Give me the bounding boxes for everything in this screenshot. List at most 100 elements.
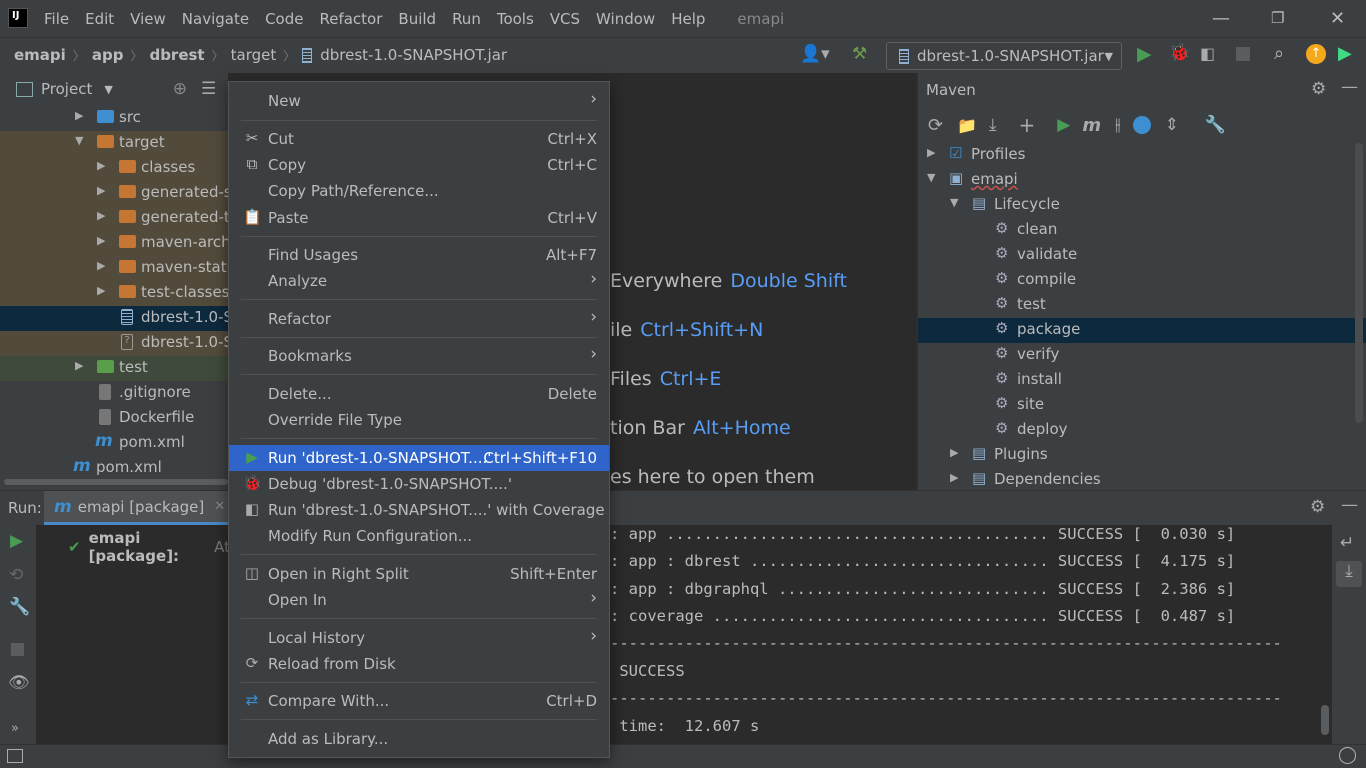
menu-item-override-file-type[interactable]: Override File Type (229, 407, 609, 433)
tree-item-generated-test[interactable]: ▶generated-te (0, 206, 228, 231)
project-panel-title[interactable]: Project (41, 80, 92, 98)
menu-item-paste[interactable]: 📋 Paste Ctrl+V (229, 205, 609, 231)
crumb-dbrest[interactable]: dbrest (149, 46, 204, 64)
tool-windows-icon[interactable] (7, 749, 23, 763)
maven-goal-test[interactable]: ⚙ test (918, 293, 1366, 318)
debug-icon[interactable]: 🐞 (1169, 43, 1190, 63)
tree-item-target[interactable]: ▼ target (0, 131, 228, 156)
menu-item-open-in[interactable]: Open In › (229, 587, 609, 613)
maven-tree-profiles[interactable]: ▶ ☑ Profiles (918, 143, 1366, 168)
menu-navigate[interactable]: Navigate (182, 10, 249, 28)
menu-item-analyze[interactable]: Analyze › (229, 268, 609, 294)
maven-tree-lifecycle[interactable]: ▼ ▤ Lifecycle (918, 193, 1366, 218)
build-hammer-icon[interactable]: ⚒ (852, 44, 867, 64)
add-icon[interactable]: + (1019, 113, 1036, 137)
menu-view[interactable]: View (130, 10, 166, 28)
tree-item-test[interactable]: ▶ test (0, 356, 228, 381)
chevron-down-icon[interactable]: ▼ (104, 83, 112, 96)
minimize-icon[interactable]: — (1212, 8, 1230, 29)
notifications-icon[interactable]: ◯ (1338, 745, 1357, 765)
generate-sources-icon[interactable]: 📁 (957, 116, 977, 135)
menu-item-copy-path[interactable]: Copy Path/Reference... (229, 178, 609, 204)
eye-icon[interactable]: 👁 (8, 673, 30, 693)
run-icon[interactable]: ▶ (1057, 115, 1070, 135)
maven-goal-site[interactable]: ⚙ site (918, 393, 1366, 418)
menu-item-add-as-library[interactable]: Add as Library... (229, 726, 609, 752)
menu-item-debug[interactable]: 🐞 Debug 'dbrest-1.0-SNAPSHOT....' (229, 471, 609, 497)
menu-item-copy[interactable]: ⧉ Copy Ctrl+C (229, 152, 609, 178)
locate-icon[interactable]: ⊕ (173, 79, 187, 99)
execute-goal-icon[interactable]: m (1082, 115, 1101, 136)
wrench-icon[interactable]: 🔧 (9, 597, 30, 617)
menu-item-local-history[interactable]: Local History › (229, 625, 609, 651)
stop-icon[interactable] (1236, 47, 1250, 61)
close-icon[interactable]: ✕ (1330, 8, 1345, 29)
menu-run[interactable]: Run (452, 10, 481, 28)
close-tab-icon[interactable]: ✕ (214, 499, 225, 514)
menu-item-find-usages[interactable]: Find Usages Alt+F7 (229, 242, 609, 268)
restore-icon[interactable]: ❐ (1271, 9, 1284, 27)
tree-item-pom-app[interactable]: m pom.xml (0, 431, 228, 456)
maven-goal-package[interactable]: ⚙ package (918, 318, 1366, 343)
tree-item-dockerfile[interactable]: Dockerfile (0, 406, 228, 431)
console-scrollbar[interactable] (1321, 705, 1329, 735)
search-icon[interactable]: ⌕ (1274, 43, 1284, 64)
scroll-to-end-icon[interactable]: ⤓ (1336, 561, 1362, 587)
tree-item-generated-sources[interactable]: ▶generated-sc (0, 181, 228, 206)
console-output[interactable]: : app ..................................… (610, 521, 1330, 741)
crumb-app[interactable]: app (92, 46, 124, 64)
plugin-logo-icon[interactable]: ▶ (1338, 43, 1352, 64)
horizontal-scrollbar[interactable] (4, 479, 228, 485)
update-icon[interactable]: ↑ (1306, 44, 1326, 64)
maven-goal-verify[interactable]: ⚙ verify (918, 343, 1366, 368)
reload-icon[interactable]: ⟳ (928, 115, 943, 136)
maven-goal-compile[interactable]: ⚙ compile (918, 268, 1366, 293)
settings-gear-icon[interactable]: ⚙ (1310, 497, 1325, 517)
menu-code[interactable]: Code (265, 10, 303, 28)
menu-item-run[interactable]: ▶ Run 'dbrest-1.0-SNAPSHOT....' Ctrl+Shift… (229, 445, 609, 471)
menu-build[interactable]: Build (398, 10, 436, 28)
skip-tests-icon[interactable] (1132, 116, 1151, 134)
menu-vcs[interactable]: VCS (550, 10, 580, 28)
tree-item-test-classes[interactable]: ▶ test-classes (0, 281, 228, 306)
run-config-selector[interactable]: dbrest-1.0-SNAPSHOT.jar ▼ (886, 42, 1122, 70)
menu-item-modify-run-config[interactable]: Modify Run Configuration... (229, 523, 609, 549)
maven-goal-install[interactable]: ⚙ install (918, 368, 1366, 393)
maven-scrollbar[interactable] (1355, 143, 1363, 423)
tree-item-jar-original[interactable]: ?dbrest-1.0-SN (0, 331, 228, 356)
menu-window[interactable]: Window (596, 10, 655, 28)
run-tree-item[interactable]: ✔ emapi [package]: At (68, 529, 230, 565)
menu-edit[interactable]: Edit (85, 10, 114, 28)
toggle-offline-icon[interactable]: ⫲ (1115, 115, 1121, 135)
collapse-icon[interactable]: ☰ (201, 79, 216, 99)
maven-tree-emapi[interactable]: ▼ ▣ emapi (918, 168, 1366, 193)
maven-goal-validate[interactable]: ⚙ validate (918, 243, 1366, 268)
user-icon[interactable]: 👤▾ (800, 44, 830, 64)
menu-item-run-with-coverage[interactable]: ◧ Run 'dbrest-1.0-SNAPSHOT....' with Cove… (229, 497, 609, 523)
tree-item-src[interactable]: ▶ src (0, 106, 228, 131)
maven-goal-deploy[interactable]: ⚙ deploy (918, 418, 1366, 443)
coverage-icon[interactable]: ◧ (1200, 44, 1215, 63)
menu-item-refactor[interactable]: Refactor › (229, 306, 609, 332)
maven-goal-clean[interactable]: ⚙ clean (918, 218, 1366, 243)
crumb-emapi[interactable]: emapi (14, 46, 66, 64)
run-icon[interactable]: ▶ (1137, 43, 1152, 65)
tree-item-maven-archiver[interactable]: ▶maven-archiv (0, 231, 228, 256)
maven-tree-plugins[interactable]: ▶ ▤ Plugins (918, 443, 1366, 468)
menu-help[interactable]: Help (671, 10, 705, 28)
menu-item-compare-with[interactable]: ⇄ Compare With... Ctrl+D (229, 688, 609, 714)
tree-item-maven-status[interactable]: ▶maven-status (0, 256, 228, 281)
hide-panel-icon[interactable]: — (1341, 77, 1358, 97)
menu-item-cut[interactable]: ✂ Cut Ctrl+X (229, 126, 609, 152)
tree-item-gitignore[interactable]: .gitignore (0, 381, 228, 406)
menu-refactor[interactable]: Refactor (319, 10, 382, 28)
tree-item-classes[interactable]: ▶ classes (0, 156, 228, 181)
tree-item-pom-root[interactable]: m pom.xml (0, 456, 228, 481)
menu-item-delete[interactable]: Delete... Delete (229, 381, 609, 407)
menu-item-new[interactable]: New › (229, 88, 609, 114)
settings-gear-icon[interactable]: ⚙ (1311, 79, 1326, 99)
menu-tools[interactable]: Tools (497, 10, 534, 28)
rerun-icon[interactable]: ▶ (10, 531, 23, 551)
tree-item-jar-selected[interactable]: dbrest-1.0-SNA (0, 306, 228, 331)
menu-item-open-right-split[interactable]: ◫ Open in Right Split Shift+Enter (229, 561, 609, 587)
